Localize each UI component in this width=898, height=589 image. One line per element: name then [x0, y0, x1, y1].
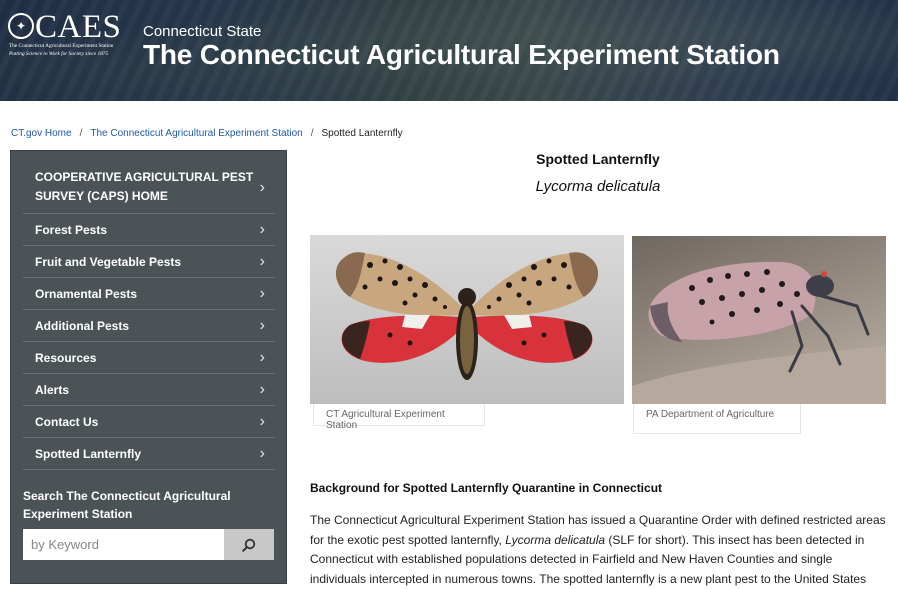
- header-banner: ✦ CAES The Connecticut Agricultural Expe…: [0, 0, 898, 101]
- image-caption: PA Department of Agriculture: [633, 404, 801, 434]
- sidebar-item-label: Spotted Lanternfly: [35, 446, 142, 461]
- sidebar-item-label: Additional Pests: [35, 318, 130, 333]
- breadcrumb: CT.gov Home / The Connecticut Agricultur…: [11, 128, 403, 139]
- lanternfly-side-photo: [632, 236, 886, 404]
- seal-icon: ✦: [8, 13, 34, 39]
- sidebar-item-label: COOPERATIVE AGRICULTURAL PEST SURVEY (CA…: [35, 170, 254, 203]
- breadcrumb-link-ctgov[interactable]: CT.gov Home: [11, 128, 72, 139]
- search-label: Search The Connecticut Agricultural Expe…: [23, 489, 231, 521]
- logo-subtitle: The Connecticut Agricultural Experiment …: [9, 43, 114, 49]
- chevron-right-icon: ›: [259, 178, 265, 196]
- sidebar-item-forest-pests[interactable]: Forest Pests ›: [23, 214, 275, 246]
- search-form: [23, 529, 274, 560]
- chevron-right-icon: ›: [259, 284, 265, 302]
- sidebar-item-label: Ornamental Pests: [35, 286, 138, 301]
- body-paragraph: The Connecticut Agricultural Experiment …: [310, 511, 888, 589]
- chevron-right-icon: ›: [259, 348, 265, 366]
- breadcrumb-link-caes[interactable]: The Connecticut Agricultural Experiment …: [90, 128, 302, 139]
- sidebar-item-label: Forest Pests: [35, 222, 108, 237]
- breadcrumb-separator: /: [79, 128, 83, 139]
- sidebar-item-fruit-vegetable-pests[interactable]: Fruit and Vegetable Pests ›: [23, 246, 275, 278]
- scientific-name: Lycorma delicatula: [535, 178, 661, 195]
- chevron-right-icon: ›: [259, 444, 265, 462]
- sidebar-nav: COOPERATIVE AGRICULTURAL PEST SURVEY (CA…: [23, 161, 275, 470]
- chevron-right-icon: ›: [259, 380, 265, 398]
- lanternfly-spread-wings-photo: [310, 235, 624, 404]
- image-caption: CT Agricultural Experiment Station: [313, 404, 485, 431]
- breadcrumb-current: Spotted Lanternfly: [321, 128, 403, 139]
- scientific-name-inline: Lycorma delicatula: [505, 532, 606, 547]
- lanternfly-side-illustration: [632, 261, 886, 404]
- logo-wordmark: CAES: [35, 9, 122, 45]
- chevron-right-icon: ›: [259, 220, 265, 238]
- sidebar-item-spotted-lanternfly[interactable]: Spotted Lanternfly ›: [23, 438, 275, 470]
- breadcrumb-separator: /: [310, 128, 314, 139]
- sidebar-item-label: Resources: [35, 350, 97, 365]
- logo-tagline: Putting Science to Work for Society sinc…: [9, 51, 109, 57]
- sidebar-item-resources[interactable]: Resources ›: [23, 342, 275, 374]
- sidebar: COOPERATIVE AGRICULTURAL PEST SURVEY (CA…: [10, 150, 287, 584]
- sidebar-item-additional-pests[interactable]: Additional Pests ›: [23, 310, 275, 342]
- chevron-right-icon: ›: [259, 252, 265, 270]
- chevron-right-icon: ›: [259, 412, 265, 430]
- header-title[interactable]: The Connecticut Agricultural Experiment …: [143, 39, 780, 71]
- search-button[interactable]: [224, 529, 274, 560]
- lanternfly-spread-illustration: [335, 252, 599, 380]
- section-heading: Background for Spotted Lanternfly Quaran…: [310, 481, 663, 495]
- sidebar-item-label: Alerts: [35, 382, 70, 397]
- chevron-right-icon: ›: [259, 316, 265, 334]
- sidebar-item-contact-us[interactable]: Contact Us ›: [23, 406, 275, 438]
- caes-logo[interactable]: ✦ CAES The Connecticut Agricultural Expe…: [8, 10, 124, 60]
- header-state[interactable]: Connecticut State: [143, 23, 261, 40]
- sidebar-item-label: Contact Us: [35, 414, 99, 429]
- search-icon: [242, 538, 256, 552]
- page-title: Spotted Lanternfly: [536, 151, 660, 167]
- sidebar-item-alerts[interactable]: Alerts ›: [23, 374, 275, 406]
- sidebar-item-ornamental-pests[interactable]: Ornamental Pests ›: [23, 278, 275, 310]
- sidebar-item-label: Fruit and Vegetable Pests: [35, 254, 182, 269]
- search-input[interactable]: [23, 529, 224, 560]
- sidebar-item-caps-home[interactable]: COOPERATIVE AGRICULTURAL PEST SURVEY (CA…: [23, 161, 275, 214]
